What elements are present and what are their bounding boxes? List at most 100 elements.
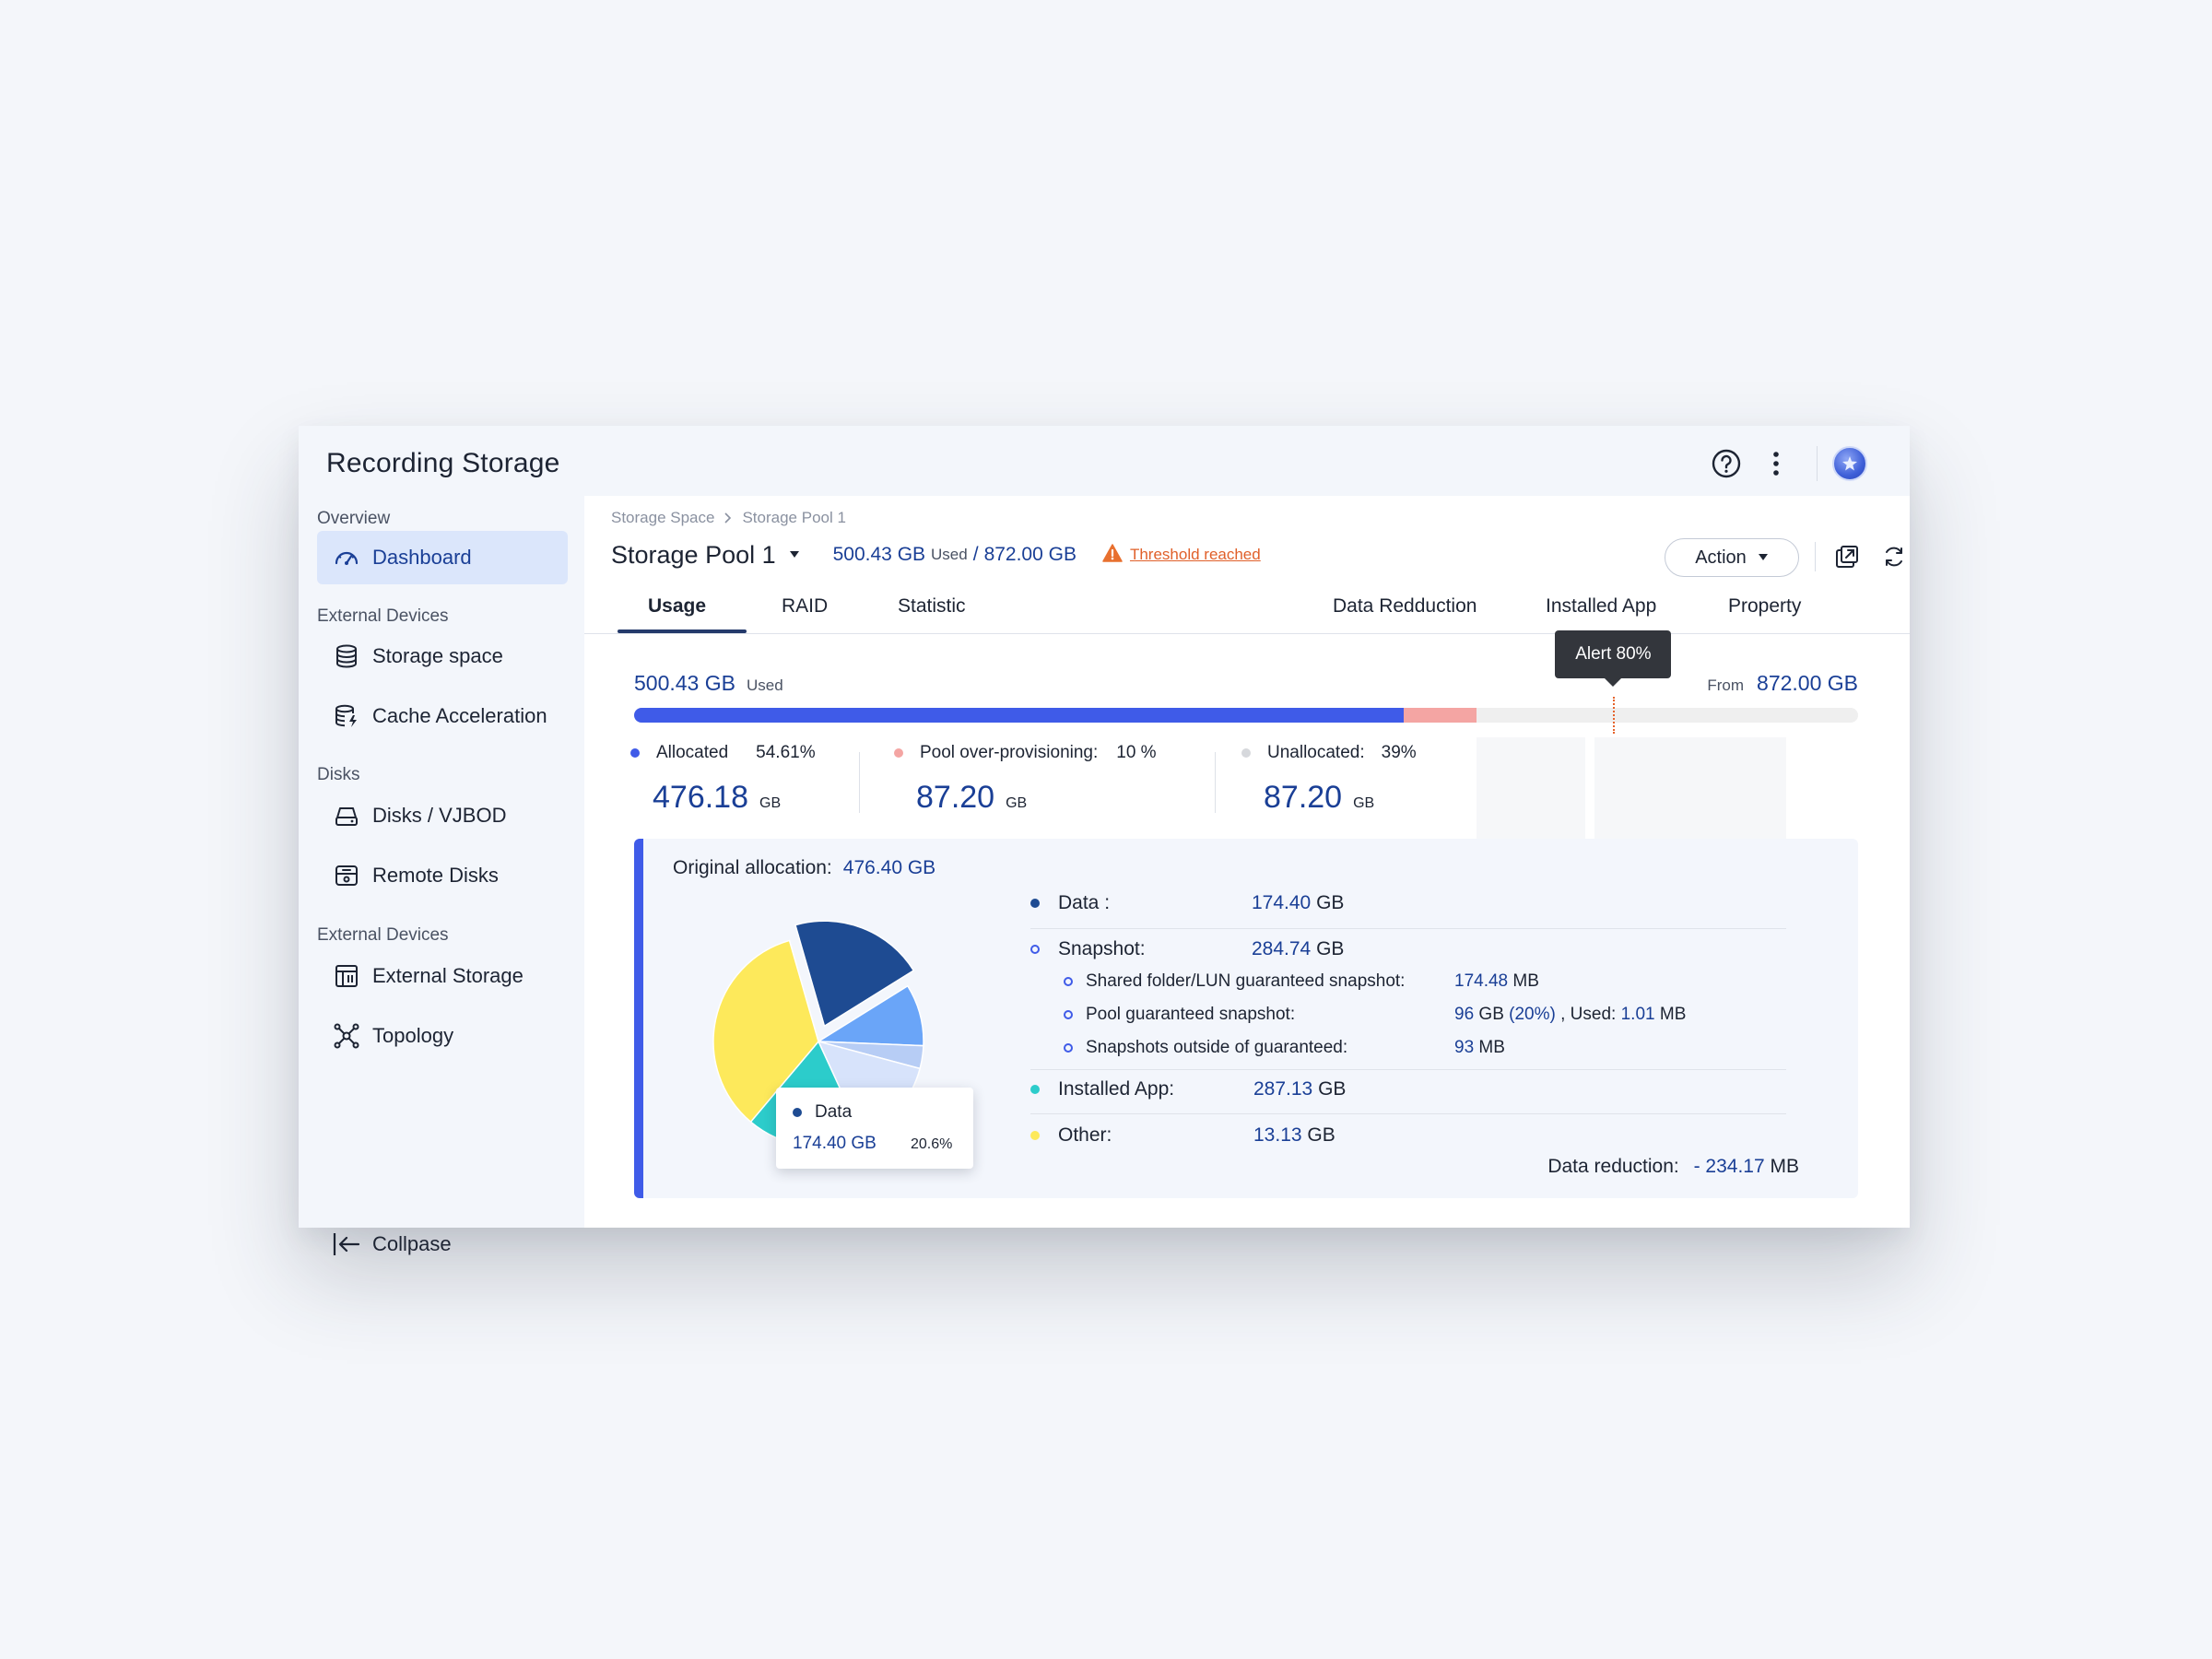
pie-tooltip: Data 174.40 GB 20.6% — [776, 1088, 973, 1169]
legend-row-shared-snapshot: Shared folder/LUN guaranteed snapshot: — [1064, 971, 1405, 992]
sidebar-item-disks-vjbod[interactable]: Disks / VJBOD — [317, 789, 568, 842]
database-icon — [332, 641, 361, 671]
usage-used-label: Used — [746, 677, 783, 694]
data-reduction-value: - 234.17 MB — [1693, 1156, 1799, 1177]
tab-statistic[interactable]: Statistic — [898, 595, 966, 632]
sidebar-group-external-devices: External Devices — [317, 606, 449, 626]
usage-from-label: From — [1707, 677, 1745, 694]
threshold-link[interactable]: Threshold reached — [1130, 546, 1261, 564]
legend-value: 174.40 GB — [1252, 892, 1345, 913]
sidebar-item-external-storage[interactable]: External Storage — [317, 949, 568, 1003]
legend-value: 174.48 MB — [1454, 971, 1539, 991]
legend-dot — [894, 748, 903, 758]
legend-value: 93 MB — [1454, 1038, 1505, 1057]
caret-down-icon — [1758, 553, 1769, 562]
sidebar-group-disks: Disks — [317, 765, 360, 784]
open-external-icon[interactable] — [1832, 542, 1862, 571]
pie-tooltip-label: Data — [815, 1102, 853, 1122]
external-storage-icon — [332, 961, 361, 991]
tab-data-reduction[interactable]: Data Redduction — [1333, 595, 1477, 632]
stat-value: 87.20 — [1264, 780, 1343, 815]
sidebar-item-cache-acceleration[interactable]: Cache Acceleration — [317, 689, 568, 743]
sidebar-item-topology[interactable]: Topology — [317, 1009, 568, 1063]
legend-row-other[interactable]: Other: — [1030, 1124, 1112, 1147]
breadcrumb: Storage Space Storage Pool 1 — [611, 509, 846, 527]
legend-value: 96 GB (20%) , Used: 1.01 MB — [1454, 1005, 1687, 1024]
legend-dot — [1064, 1043, 1073, 1053]
legend-dot — [1064, 1010, 1073, 1019]
legend-label: Snapshots outside of guaranteed: — [1086, 1038, 1348, 1057]
caret-down-icon[interactable] — [789, 550, 800, 559]
sidebar-group-overview: Overview — [317, 509, 391, 528]
legend-row-snapshot[interactable]: Snapshot: — [1030, 938, 1146, 960]
original-allocation: Original allocation: 476.40 GB — [673, 857, 935, 879]
legend-divider — [1030, 928, 1786, 929]
sidebar-item-storage-space[interactable]: Storage space — [317, 629, 568, 683]
tab-usage[interactable]: Usage — [648, 595, 706, 632]
stat-value: 476.18 — [653, 780, 748, 815]
pool-separator: / — [972, 544, 979, 565]
data-reduction-label: Data reduction: — [1547, 1156, 1679, 1177]
main-panel: Storage Space Storage Pool 1 Storage Poo… — [584, 496, 1910, 1228]
pie-tooltip-percent: 20.6% — [911, 1136, 953, 1152]
sidebar-item-remote-disks[interactable]: Remote Disks — [317, 849, 568, 902]
sidebar-item-label: Topology — [372, 1024, 454, 1047]
alert-threshold-marker — [1613, 697, 1616, 734]
stat-unallocated: Unallocated: 39% 87.20 GB — [1241, 743, 1417, 816]
warning-icon — [1102, 543, 1123, 567]
legend-divider — [1030, 1069, 1786, 1070]
usage-from: From 872.00 GB — [1707, 671, 1858, 696]
tab-installed-app[interactable]: Installed App — [1546, 595, 1656, 632]
collapse-button[interactable]: Collpase — [332, 1231, 452, 1257]
legend-divider — [1030, 1113, 1786, 1114]
header-divider — [1817, 446, 1818, 481]
pool-total-value: 872.00 GB — [983, 544, 1077, 565]
help-icon[interactable] — [1710, 447, 1743, 480]
tab-bar: Usage RAID Statistic Data Redduction Ins… — [584, 588, 1910, 634]
legend-label: Data : — [1058, 892, 1111, 913]
legend-row-installed-app[interactable]: Installed App: — [1030, 1078, 1174, 1100]
refresh-icon[interactable] — [1879, 542, 1909, 571]
pool-name[interactable]: Storage Pool 1 — [611, 541, 776, 570]
usage-bar — [634, 708, 1858, 723]
stat-unit: GB — [1006, 795, 1028, 811]
legend-dot — [1241, 748, 1251, 758]
remote-disk-icon — [332, 861, 361, 890]
legend-value: 287.13 GB — [1253, 1078, 1347, 1100]
usage-used-value: 500.43 GB — [634, 671, 735, 695]
legend-dot — [1030, 899, 1040, 908]
original-allocation-label: Original allocation: — [673, 857, 832, 878]
sidebar: Overview Dashboard External Devices Stor… — [299, 496, 571, 1255]
user-avatar[interactable] — [1832, 446, 1867, 481]
stat-percent: 10 % — [1116, 743, 1157, 762]
stat-overprovisioning: Pool over-provisioning: 10 % 87.20 GB — [894, 743, 1157, 816]
pool-used-value: 500.43 GB — [832, 544, 926, 565]
legend-row-data[interactable]: Data : — [1030, 892, 1110, 914]
tab-raid[interactable]: RAID — [782, 595, 828, 632]
original-allocation-value: 476.40 GB — [842, 857, 936, 878]
sidebar-group-external-devices-2: External Devices — [317, 925, 449, 945]
legend-label: Installed App: — [1058, 1078, 1175, 1100]
app-header: Recording Storage — [299, 426, 1910, 496]
legend-dot — [1030, 1085, 1040, 1094]
action-label: Action — [1695, 547, 1747, 568]
legend-dot — [1030, 1131, 1040, 1140]
sidebar-item-dashboard[interactable]: Dashboard — [317, 531, 568, 584]
stat-divider — [1215, 752, 1216, 813]
breadcrumb-item[interactable]: Storage Space — [611, 509, 714, 527]
collapse-icon — [332, 1231, 361, 1257]
threshold-warning[interactable]: Threshold reached — [1102, 543, 1261, 567]
collapse-label: Collpase — [372, 1232, 452, 1255]
tab-property[interactable]: Property — [1728, 595, 1801, 632]
stat-value: 87.20 — [916, 780, 995, 815]
legend-label: Other: — [1058, 1124, 1112, 1146]
action-button[interactable]: Action — [1665, 538, 1799, 577]
legend-value: 13.13 GB — [1253, 1124, 1335, 1146]
sidebar-item-label: Remote Disks — [372, 864, 499, 887]
app-window: Recording Storage Overview Dashboard Ext… — [299, 426, 1910, 1255]
sidebar-item-label: Disks / VJBOD — [372, 804, 507, 827]
legend-value: 284.74 GB — [1252, 938, 1345, 959]
legend-dot — [630, 748, 640, 758]
more-icon[interactable] — [1759, 447, 1793, 480]
usage-from-value: 872.00 GB — [1757, 671, 1858, 695]
